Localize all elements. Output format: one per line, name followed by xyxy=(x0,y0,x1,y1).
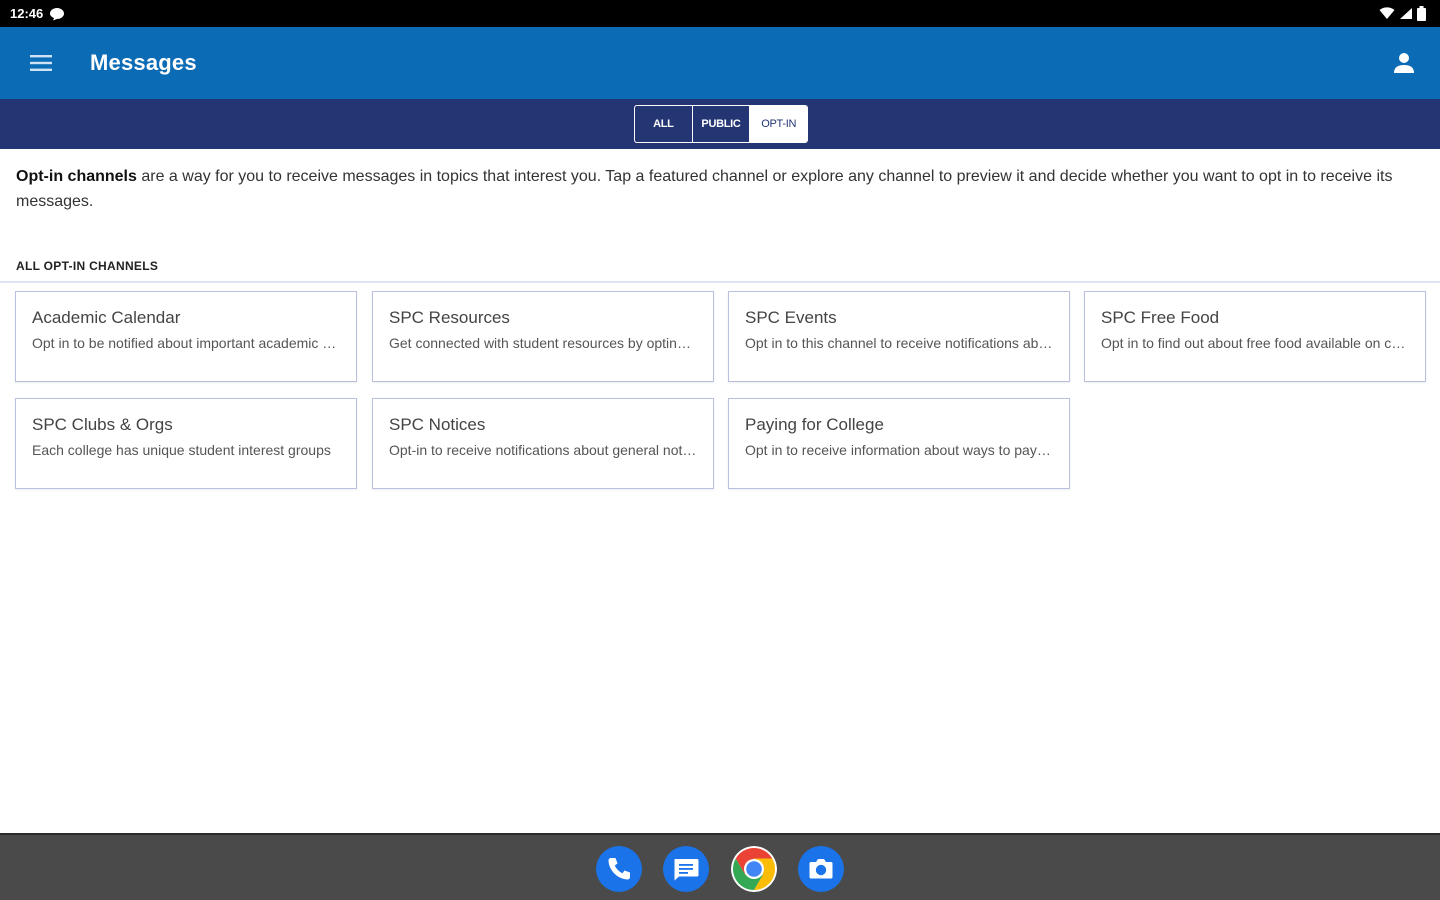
chrome-icon[interactable] xyxy=(731,846,777,892)
channel-card-spc-free-food[interactable]: SPC Free Food Opt in to find out about f… xyxy=(1084,291,1426,382)
channel-card-spc-events[interactable]: SPC Events Opt in to this channel to rec… xyxy=(728,291,1070,382)
section-header: ALL OPT-IN CHANNELS xyxy=(16,259,159,273)
channel-title: SPC Notices xyxy=(389,415,486,434)
channel-card-academic-calendar[interactable]: Academic Calendar Opt in to be notified … xyxy=(15,291,357,382)
channel-card-spc-clubs-orgs[interactable]: SPC Clubs & Orgs Each college has unique… xyxy=(15,398,357,489)
tab-bar: ALL PUBLIC OPT-IN xyxy=(0,99,1440,149)
chat-notification-icon xyxy=(50,7,65,20)
app-bar: Messages xyxy=(0,27,1440,99)
channel-description: Opt in to receive information about ways… xyxy=(745,442,1053,458)
channel-title: SPC Events xyxy=(745,308,837,327)
channel-description: Get connected with student resources by … xyxy=(389,335,697,351)
channel-card-spc-notices[interactable]: SPC Notices Opt-in to receive notificati… xyxy=(372,398,714,489)
channel-title: SPC Free Food xyxy=(1101,308,1220,327)
intro-bold: Opt-in channels xyxy=(16,168,137,185)
page-title: Messages xyxy=(90,50,197,75)
camera-icon[interactable] xyxy=(798,846,844,892)
status-bar: 12:46 xyxy=(0,0,1440,27)
tab-all[interactable]: ALL xyxy=(635,106,693,142)
channel-title: SPC Clubs & Orgs xyxy=(32,415,173,434)
system-dock xyxy=(0,833,1440,900)
wifi-icon xyxy=(1379,7,1395,19)
tab-public[interactable]: PUBLIC xyxy=(693,106,751,142)
segmented-control: ALL PUBLIC OPT-IN xyxy=(634,105,808,143)
intro-text: Opt-in channels are a way for you to rec… xyxy=(16,164,1428,214)
channel-title: SPC Resources xyxy=(389,308,510,327)
signal-icon xyxy=(1400,8,1412,19)
phone-icon[interactable] xyxy=(596,846,642,892)
channel-description: Opt in to find out about free food avail… xyxy=(1101,335,1409,351)
messages-icon[interactable] xyxy=(663,846,709,892)
channel-card-spc-resources[interactable]: SPC Resources Get connected with student… xyxy=(372,291,714,382)
channel-description: Each college has unique student interest… xyxy=(32,442,331,458)
channel-description: Opt in to this channel to receive notifi… xyxy=(745,335,1053,351)
menu-icon[interactable] xyxy=(30,53,52,73)
intro-rest: are a way for you to receive messages in… xyxy=(16,168,1393,210)
profile-icon[interactable] xyxy=(1392,51,1416,75)
battery-icon xyxy=(1417,6,1426,21)
channel-title: Paying for College xyxy=(745,415,884,434)
channel-description: Opt-in to receive notifications about ge… xyxy=(389,442,697,458)
channel-card-paying-for-college[interactable]: Paying for College Opt in to receive inf… xyxy=(728,398,1070,489)
channel-title: Academic Calendar xyxy=(32,308,181,327)
channel-description: Opt in to be notified about important ac… xyxy=(32,335,340,351)
status-time: 12:46 xyxy=(10,6,44,21)
tab-opt-in[interactable]: OPT-IN xyxy=(750,106,807,142)
section-divider xyxy=(0,281,1440,283)
